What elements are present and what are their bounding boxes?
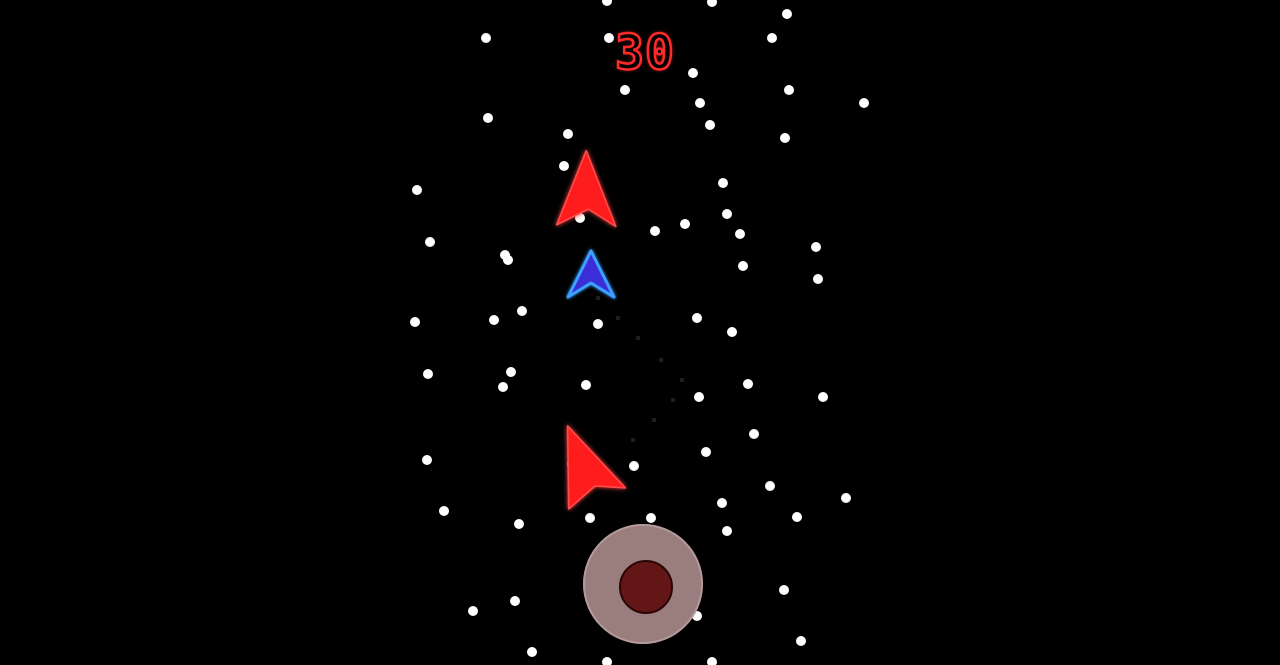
particle [701, 447, 711, 457]
particle [779, 585, 789, 595]
trail-particle [596, 296, 600, 300]
particle [423, 369, 433, 379]
particle [602, 657, 612, 665]
player-ship-icon[interactable] [566, 249, 616, 299]
particle [510, 596, 520, 606]
particle [767, 33, 777, 43]
trail-particle [631, 438, 635, 442]
particle [517, 306, 527, 316]
particle [506, 367, 516, 377]
particle [727, 327, 737, 337]
particle [694, 392, 704, 402]
particle [743, 379, 753, 389]
particle [412, 185, 422, 195]
particle [422, 455, 432, 465]
particle [593, 319, 603, 329]
particle [410, 317, 420, 327]
trail-particle [680, 378, 684, 382]
particle [707, 657, 717, 665]
particle [811, 242, 821, 252]
particle [563, 129, 573, 139]
particle [722, 209, 732, 219]
particle [680, 219, 690, 229]
particle [859, 98, 869, 108]
particle [749, 429, 759, 439]
particle [717, 498, 727, 508]
particle [620, 85, 630, 95]
particle [780, 133, 790, 143]
particle [483, 113, 493, 123]
particle [782, 9, 792, 19]
particle [425, 237, 435, 247]
particle [722, 526, 732, 536]
particle [792, 512, 802, 522]
enemy-ship-icon [555, 149, 617, 228]
particle [585, 513, 595, 523]
particle [718, 178, 728, 188]
particle [813, 274, 823, 284]
particle [468, 606, 478, 616]
particle [559, 161, 569, 171]
particle [707, 0, 717, 7]
particle [527, 647, 537, 657]
particle [841, 493, 851, 503]
particle [646, 513, 656, 523]
particle [629, 461, 639, 471]
trail-particle [652, 418, 656, 422]
particle [695, 98, 705, 108]
particle [796, 636, 806, 646]
player-trail [596, 296, 684, 442]
score-display: 30 [614, 24, 675, 83]
trail-particle [616, 316, 620, 320]
trail-particle [671, 398, 675, 402]
trail-particle [659, 358, 663, 362]
particle [481, 33, 491, 43]
particle [489, 315, 499, 325]
particle [765, 481, 775, 491]
particle [503, 255, 513, 265]
enemy-ship-icon [566, 425, 627, 510]
trail-particle [636, 336, 640, 340]
particle [705, 120, 715, 130]
particle [735, 229, 745, 239]
particle [514, 519, 524, 529]
particle [602, 0, 612, 6]
particle [650, 226, 660, 236]
particle [784, 85, 794, 95]
particle [818, 392, 828, 402]
particle [498, 382, 508, 392]
joystick-knob[interactable] [619, 560, 673, 614]
particle [439, 506, 449, 516]
particle [581, 380, 591, 390]
particle [692, 313, 702, 323]
joystick-base[interactable] [583, 524, 703, 644]
particle [738, 261, 748, 271]
